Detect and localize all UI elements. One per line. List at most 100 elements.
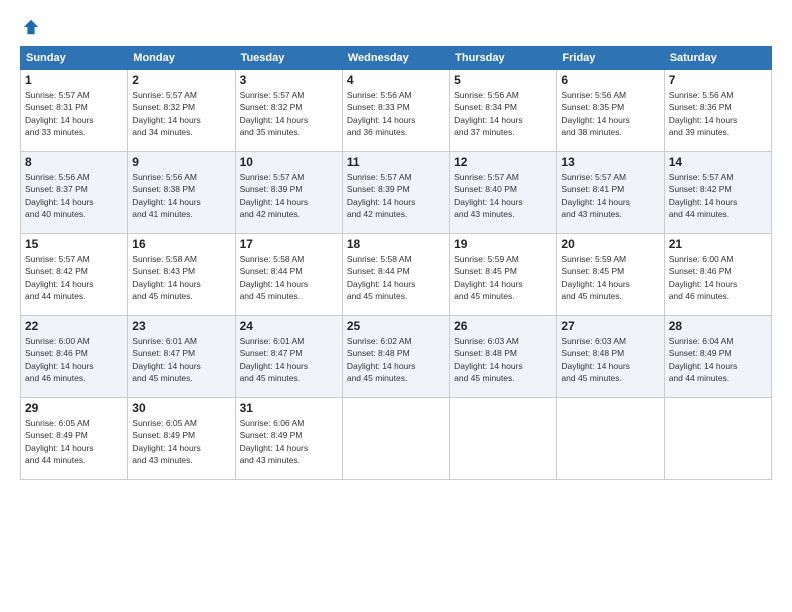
calendar-cell: 22 Sunrise: 6:00 AMSunset: 8:46 PMDayligh…: [21, 316, 128, 398]
day-detail: Sunrise: 5:56 AMSunset: 8:37 PMDaylight:…: [25, 171, 123, 220]
day-number: 22: [25, 319, 123, 333]
day-detail: Sunrise: 6:05 AMSunset: 8:49 PMDaylight:…: [25, 417, 123, 466]
calendar-cell: 9 Sunrise: 5:56 AMSunset: 8:38 PMDaylight…: [128, 152, 235, 234]
day-number: 9: [132, 155, 230, 169]
day-number: 14: [669, 155, 767, 169]
calendar-cell: 24 Sunrise: 6:01 AMSunset: 8:47 PMDayligh…: [235, 316, 342, 398]
day-number: 29: [25, 401, 123, 415]
day-number: 4: [347, 73, 445, 87]
day-detail: Sunrise: 6:03 AMSunset: 8:48 PMDaylight:…: [561, 335, 659, 384]
day-number: 1: [25, 73, 123, 87]
day-number: 2: [132, 73, 230, 87]
day-detail: Sunrise: 5:56 AMSunset: 8:36 PMDaylight:…: [669, 89, 767, 138]
header: [20, 18, 772, 36]
day-number: 15: [25, 237, 123, 251]
calendar-cell: 11 Sunrise: 5:57 AMSunset: 8:39 PMDayligh…: [342, 152, 449, 234]
day-number: 13: [561, 155, 659, 169]
day-detail: Sunrise: 5:57 AMSunset: 8:40 PMDaylight:…: [454, 171, 552, 220]
day-detail: Sunrise: 6:00 AMSunset: 8:46 PMDaylight:…: [25, 335, 123, 384]
calendar-cell: 26 Sunrise: 6:03 AMSunset: 8:48 PMDayligh…: [450, 316, 557, 398]
day-number: 26: [454, 319, 552, 333]
calendar-cell: 16Sunrise: 5:58 AMSunset: 8:43 PMDayligh…: [128, 234, 235, 316]
day-detail: Sunrise: 5:57 AMSunset: 8:39 PMDaylight:…: [347, 171, 445, 220]
calendar-cell: 2 Sunrise: 5:57 AMSunset: 8:32 PMDaylight…: [128, 70, 235, 152]
day-number: 21: [669, 237, 767, 251]
day-detail: Sunrise: 6:01 AMSunset: 8:47 PMDaylight:…: [240, 335, 338, 384]
day-detail: Sunrise: 5:56 AMSunset: 8:33 PMDaylight:…: [347, 89, 445, 138]
day-detail: Sunrise: 6:05 AMSunset: 8:49 PMDaylight:…: [132, 417, 230, 466]
day-number: 8: [25, 155, 123, 169]
day-detail: Sunrise: 6:06 AMSunset: 8:49 PMDaylight:…: [240, 417, 338, 466]
calendar-cell: 31Sunrise: 6:06 AMSunset: 8:49 PMDayligh…: [235, 398, 342, 480]
day-detail: Sunrise: 5:56 AMSunset: 8:38 PMDaylight:…: [132, 171, 230, 220]
day-detail: Sunrise: 6:00 AMSunset: 8:46 PMDaylight:…: [669, 253, 767, 302]
day-detail: Sunrise: 5:57 AMSunset: 8:42 PMDaylight:…: [25, 253, 123, 302]
day-detail: Sunrise: 5:57 AMSunset: 8:32 PMDaylight:…: [132, 89, 230, 138]
weekday-header: Saturday: [664, 47, 771, 70]
day-detail: Sunrise: 6:03 AMSunset: 8:48 PMDaylight:…: [454, 335, 552, 384]
day-detail: Sunrise: 5:58 AMSunset: 8:44 PMDaylight:…: [240, 253, 338, 302]
calendar-cell: 7 Sunrise: 5:56 AMSunset: 8:36 PMDaylight…: [664, 70, 771, 152]
calendar-cell: 1 Sunrise: 5:57 AMSunset: 8:31 PMDaylight…: [21, 70, 128, 152]
calendar-cell: [342, 398, 449, 480]
day-detail: Sunrise: 5:57 AMSunset: 8:32 PMDaylight:…: [240, 89, 338, 138]
page: SundayMondayTuesdayWednesdayThursdayFrid…: [0, 0, 792, 612]
calendar-body: 1 Sunrise: 5:57 AMSunset: 8:31 PMDaylight…: [21, 70, 772, 480]
day-number: 20: [561, 237, 659, 251]
calendar-cell: 3 Sunrise: 5:57 AMSunset: 8:32 PMDaylight…: [235, 70, 342, 152]
calendar-cell: 18 Sunrise: 5:58 AMSunset: 8:44 PMDayligh…: [342, 234, 449, 316]
calendar-cell: 29 Sunrise: 6:05 AMSunset: 8:49 PMDayligh…: [21, 398, 128, 480]
day-detail: Sunrise: 5:57 AMSunset: 8:41 PMDaylight:…: [561, 171, 659, 220]
calendar-week-row: 1 Sunrise: 5:57 AMSunset: 8:31 PMDaylight…: [21, 70, 772, 152]
day-number: 7: [669, 73, 767, 87]
calendar-cell: 15 Sunrise: 5:57 AMSunset: 8:42 PMDayligh…: [21, 234, 128, 316]
day-detail: Sunrise: 5:57 AMSunset: 8:31 PMDaylight:…: [25, 89, 123, 138]
day-detail: Sunrise: 6:02 AMSunset: 8:48 PMDaylight:…: [347, 335, 445, 384]
day-number: 12: [454, 155, 552, 169]
day-detail: Sunrise: 6:01 AMSunset: 8:47 PMDaylight:…: [132, 335, 230, 384]
day-number: 27: [561, 319, 659, 333]
day-detail: Sunrise: 5:58 AMSunset: 8:44 PMDaylight:…: [347, 253, 445, 302]
calendar-cell: 13 Sunrise: 5:57 AMSunset: 8:41 PMDayligh…: [557, 152, 664, 234]
day-number: 24: [240, 319, 338, 333]
calendar-cell: 14 Sunrise: 5:57 AMSunset: 8:42 PMDayligh…: [664, 152, 771, 234]
calendar-week-row: 8 Sunrise: 5:56 AMSunset: 8:37 PMDaylight…: [21, 152, 772, 234]
calendar-cell: 23Sunrise: 6:01 AMSunset: 8:47 PMDayligh…: [128, 316, 235, 398]
logo-text: [20, 18, 40, 36]
weekday-header: Wednesday: [342, 47, 449, 70]
day-number: 30: [132, 401, 230, 415]
calendar-week-row: 15 Sunrise: 5:57 AMSunset: 8:42 PMDayligh…: [21, 234, 772, 316]
calendar-cell: [664, 398, 771, 480]
day-detail: Sunrise: 5:59 AMSunset: 8:45 PMDaylight:…: [454, 253, 552, 302]
day-number: 25: [347, 319, 445, 333]
day-number: 3: [240, 73, 338, 87]
day-number: 11: [347, 155, 445, 169]
day-detail: Sunrise: 5:56 AMSunset: 8:34 PMDaylight:…: [454, 89, 552, 138]
calendar-cell: 20Sunrise: 5:59 AMSunset: 8:45 PMDayligh…: [557, 234, 664, 316]
logo: [20, 18, 40, 36]
day-number: 19: [454, 237, 552, 251]
day-detail: Sunrise: 5:58 AMSunset: 8:43 PMDaylight:…: [132, 253, 230, 302]
logo-icon: [22, 18, 40, 36]
day-detail: Sunrise: 5:57 AMSunset: 8:39 PMDaylight:…: [240, 171, 338, 220]
day-number: 10: [240, 155, 338, 169]
calendar-cell: [450, 398, 557, 480]
day-detail: Sunrise: 5:57 AMSunset: 8:42 PMDaylight:…: [669, 171, 767, 220]
day-detail: Sunrise: 5:56 AMSunset: 8:35 PMDaylight:…: [561, 89, 659, 138]
day-number: 6: [561, 73, 659, 87]
day-number: 28: [669, 319, 767, 333]
calendar-week-row: 29 Sunrise: 6:05 AMSunset: 8:49 PMDayligh…: [21, 398, 772, 480]
calendar-cell: 19 Sunrise: 5:59 AMSunset: 8:45 PMDayligh…: [450, 234, 557, 316]
calendar-cell: 8 Sunrise: 5:56 AMSunset: 8:37 PMDaylight…: [21, 152, 128, 234]
calendar-cell: 28 Sunrise: 6:04 AMSunset: 8:49 PMDayligh…: [664, 316, 771, 398]
calendar-cell: 21 Sunrise: 6:00 AMSunset: 8:46 PMDayligh…: [664, 234, 771, 316]
weekday-header: Friday: [557, 47, 664, 70]
day-detail: Sunrise: 6:04 AMSunset: 8:49 PMDaylight:…: [669, 335, 767, 384]
calendar-cell: [557, 398, 664, 480]
weekday-header: Sunday: [21, 47, 128, 70]
calendar-cell: 5Sunrise: 5:56 AMSunset: 8:34 PMDaylight…: [450, 70, 557, 152]
calendar-cell: 10 Sunrise: 5:57 AMSunset: 8:39 PMDayligh…: [235, 152, 342, 234]
weekday-header: Monday: [128, 47, 235, 70]
day-number: 18: [347, 237, 445, 251]
calendar-header-row: SundayMondayTuesdayWednesdayThursdayFrid…: [21, 47, 772, 70]
